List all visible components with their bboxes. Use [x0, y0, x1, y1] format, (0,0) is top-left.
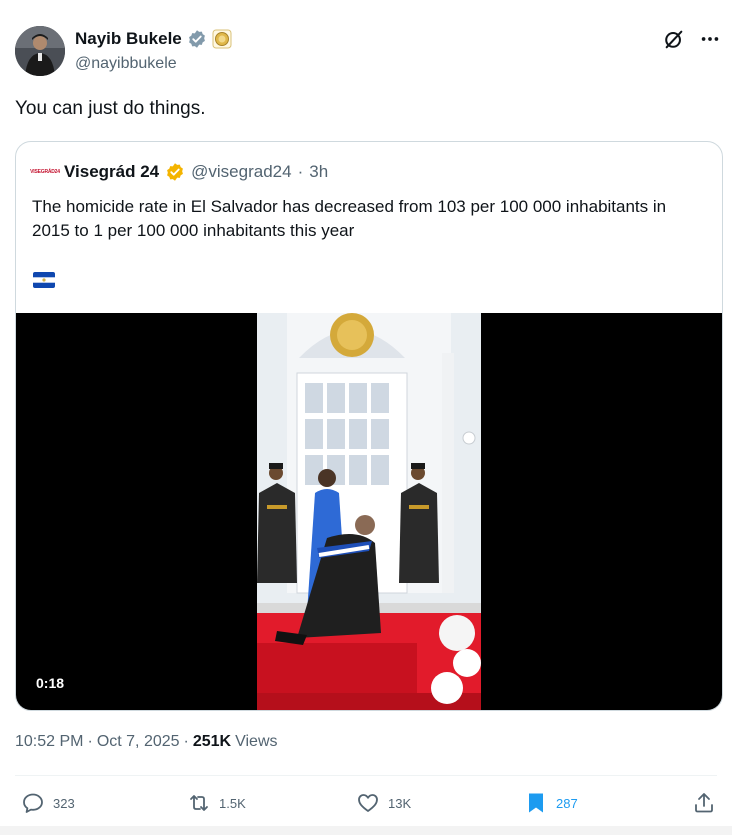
- video-thumbnail: [257, 313, 481, 710]
- quoted-post-header: VISEGRÁD24 Visegrád 24 @visegrad24 · 3h: [30, 162, 328, 182]
- like-count: 13K: [388, 795, 412, 811]
- like-icon: [356, 791, 380, 815]
- quoted-post-text: The homicide rate in El Salvador has dec…: [32, 197, 667, 240]
- video-duration: 0:18: [32, 673, 69, 693]
- share-icon: [692, 791, 716, 815]
- views-count[interactable]: 251K: [193, 733, 231, 751]
- post-time[interactable]: 10:52 PM: [15, 733, 83, 751]
- quoted-post[interactable]: VISEGRÁD24 Visegrád 24 @visegrad24 · 3h …: [15, 141, 723, 711]
- timestamp-separator: ·: [87, 733, 93, 750]
- bookmark-icon: [524, 791, 548, 815]
- post-header: Nayib Bukele @nayibbukele: [15, 26, 725, 78]
- reply-button[interactable]: 323: [21, 791, 75, 815]
- post-date[interactable]: Oct 7, 2025: [97, 733, 180, 751]
- reply-compose-strip: [0, 826, 732, 835]
- like-button[interactable]: 13K: [356, 791, 411, 815]
- post-text: You can just do things.: [15, 98, 206, 119]
- divider: [15, 775, 717, 776]
- timestamp-separator: ·: [183, 733, 189, 750]
- repost-icon: [187, 791, 211, 815]
- meta-separator: ·: [297, 162, 304, 181]
- bookmark-count: 287: [556, 795, 578, 811]
- post-timestamp-row: 10:52 PM · Oct 7, 2025 · 251K Views: [15, 733, 278, 751]
- gold-seal-icon: [212, 29, 232, 49]
- quoted-post-time[interactable]: 3h: [309, 162, 328, 182]
- repost-button[interactable]: 1.5K: [187, 791, 246, 815]
- gold-verified-badge-icon: [165, 162, 185, 182]
- quoted-author-logo: VISEGRÁD24: [30, 169, 60, 175]
- author-handle[interactable]: @nayibbukele: [75, 55, 232, 73]
- post-top-actions: [663, 28, 721, 50]
- quoted-author-handle[interactable]: @visegrad24: [191, 162, 291, 182]
- repost-count: 1.5K: [219, 795, 246, 811]
- verified-badge-icon: [187, 29, 207, 49]
- views-label: Views: [235, 733, 278, 750]
- reply-count: 323: [53, 795, 75, 811]
- bookmark-button[interactable]: 287: [524, 791, 578, 815]
- author-name[interactable]: Nayib Bukele: [75, 29, 182, 49]
- quoted-author-name[interactable]: Visegrád 24: [64, 162, 159, 182]
- author-avatar[interactable]: [15, 26, 65, 76]
- reply-icon: [21, 791, 45, 815]
- more-icon[interactable]: [699, 28, 721, 50]
- el-salvador-flag-icon: [33, 272, 55, 288]
- grok-icon[interactable]: [663, 28, 685, 50]
- action-bar: 323 1.5K 13K 287: [15, 791, 720, 821]
- author-info: Nayib Bukele @nayibbukele: [75, 29, 232, 73]
- share-button[interactable]: [692, 791, 716, 815]
- video-player[interactable]: 0:18: [16, 313, 722, 710]
